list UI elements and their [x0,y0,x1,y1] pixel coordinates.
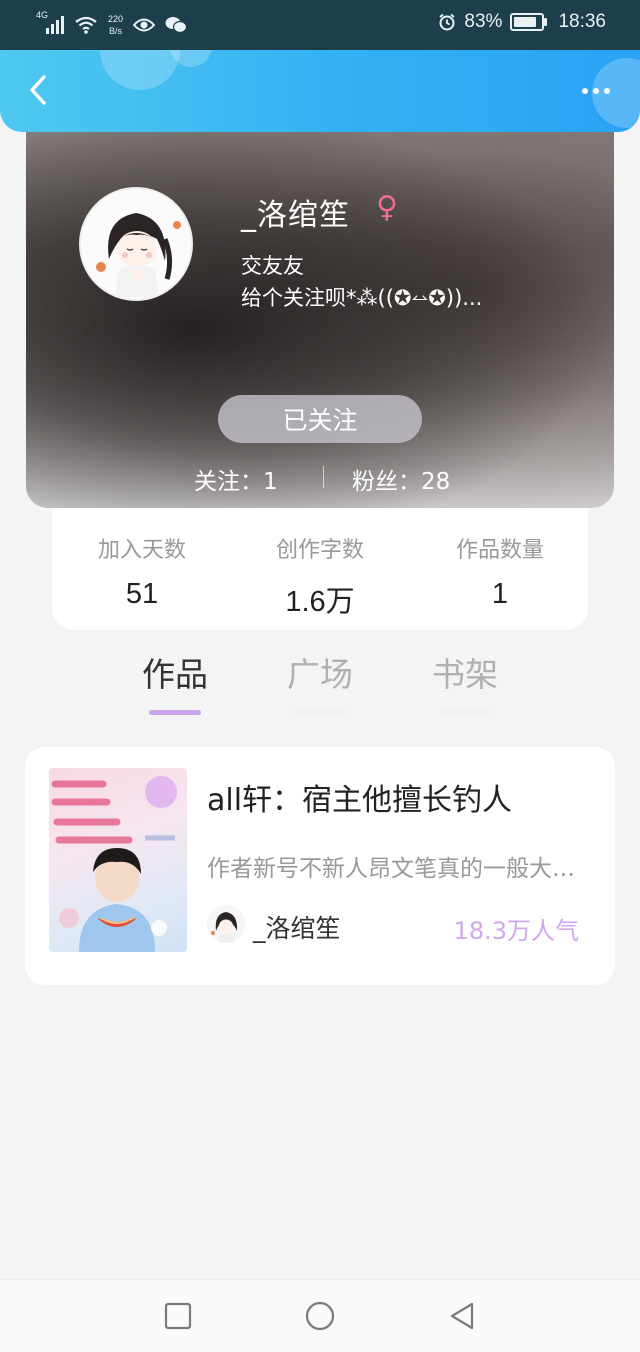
home-button[interactable] [302,1298,338,1334]
status-left: 4G 220 B/s [36,10,188,40]
more-dots-icon [604,88,610,94]
back-button[interactable] [18,70,58,110]
gender-female-icon: ♀ [376,190,398,225]
author-name[interactable]: _洛绾笙 [253,909,341,945]
tab-indicator [294,710,346,715]
status-bar: 4G 220 B/s 83% 18:36 [0,0,640,50]
author-avatar-illustration [207,905,245,943]
recent-apps-button[interactable] [160,1298,196,1334]
tab-indicator [149,710,201,715]
stat-label: 加入天数 [97,538,186,563]
tab-square[interactable]: 广场 [265,648,375,715]
wechat-icon [165,17,188,34]
network-type: 4G [36,10,49,20]
stat-works-count: 作品数量 1 [410,532,590,611]
stat-join-days: 加入天数 51 [52,532,232,611]
signal-indicator: 4G [36,10,64,34]
battery-icon [510,13,548,31]
system-nav-bar [0,1279,640,1352]
triangle-back-icon [450,1302,474,1330]
stat-value: 1.6万 [285,586,355,618]
book-title[interactable]: all轩：宿主他擅长钓人 [207,775,512,819]
top-nav-bar [0,50,640,132]
tab-indicator [439,710,491,715]
stat-value: 1 [491,578,509,610]
eye-icon [133,18,156,32]
clock: 18:36 [558,11,606,32]
author-avatar[interactable] [207,905,245,943]
net-speed-value: 220 [108,13,124,24]
status-right: 83% 18:36 [438,11,606,33]
back-nav-button[interactable] [444,1298,480,1334]
stats-card: 加入天数 51 创作字数 1.6万 作品数量 1 [52,500,588,630]
following-button[interactable]: 已关注 [218,395,422,443]
book-author-row: _洛绾笙 18.3万人气 [207,905,587,945]
avatar-illustration [81,189,191,299]
stat-word-count: 创作字数 1.6万 [230,532,410,620]
net-speed-unit: B/s [109,25,123,36]
stat-label: 创作字数 [275,538,364,563]
counts-divider [323,466,324,488]
tab-label: 作品 [142,655,208,694]
profile-bio-line1: 交友友 [241,254,304,278]
avatar[interactable] [79,187,193,301]
more-dots-icon [582,88,588,94]
circle-icon [305,1301,335,1331]
alarm-icon [439,13,455,31]
book-cover-illustration [51,776,177,952]
book-cover[interactable] [49,768,187,952]
book-card[interactable]: all轩：宿主他擅长钓人 作者新号不新人昂文笔真的一般大家多多包涵 _洛绾笙 1… [25,747,615,985]
square-icon [164,1302,192,1330]
follow-counts: 关注：1 粉丝：28 [26,458,614,496]
decor-bubble [100,50,180,90]
tab-label: 书架 [432,655,498,694]
tab-bookshelf[interactable]: 书架 [410,648,520,715]
popularity-count: 18.3万人气 [453,917,579,945]
net-speed: 220 B/s [108,13,124,36]
stat-label: 作品数量 [455,538,544,563]
more-dots-icon [593,88,599,94]
more-options-button[interactable] [576,76,616,106]
fans-count[interactable]: 粉丝：28 [352,462,450,496]
wifi-icon [75,16,97,34]
book-description: 作者新号不新人昂文笔真的一般大家多多包涵 [207,856,587,882]
profile-tabs: 作品 广场 书架 [0,640,640,720]
battery-percent: 83% [464,11,503,32]
profile-nickname: _洛绾笙 [241,198,350,233]
tab-works[interactable]: 作品 [120,648,230,715]
battery-fill [514,17,537,27]
tab-label: 广场 [287,655,353,694]
chevron-left-icon [30,75,46,105]
following-count[interactable]: 关注：1 [194,462,278,496]
profile-header-card: _洛绾笙 ♀ 交友友 给个关注呗*⁂((✪⥎✪))... 已关注 关注：1 粉丝… [26,110,614,508]
stat-value: 51 [125,578,159,610]
profile-bio-line2: 给个关注呗*⁂((✪⥎✪))... [241,286,483,310]
